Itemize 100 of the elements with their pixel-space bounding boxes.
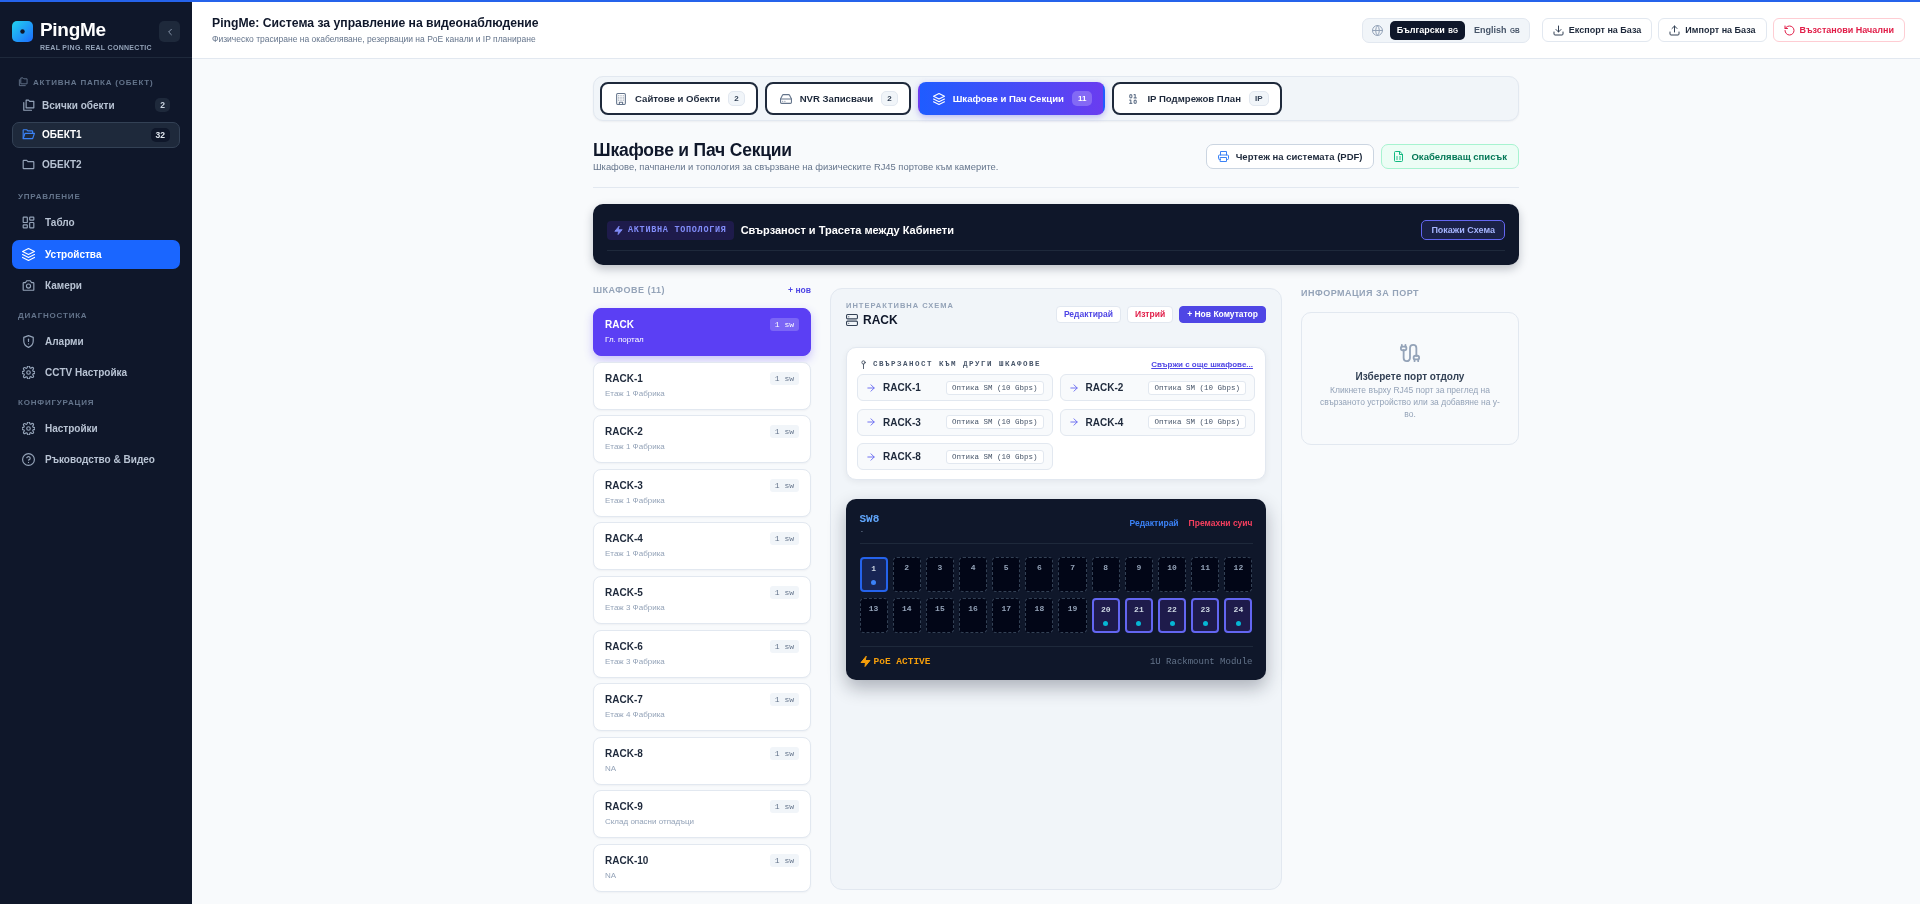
layers-icon [932,92,945,105]
rack-name: RACK-5 [605,585,644,599]
cable-icon [1400,343,1420,363]
rj45-port[interactable]: 16 [959,597,988,633]
rack-card[interactable]: RACK-5 Етаж 3 Фабрика 1 sw [593,575,811,624]
shield-alert-icon [22,334,35,348]
server-icon [846,314,858,326]
tab[interactable]: Сайтове и Обекти 2 [600,82,758,115]
add-rack-link[interactable]: + нов [788,285,811,295]
pin-icon [859,359,868,369]
module-type: 1U Rackmount Module [1149,656,1253,667]
rack-card[interactable]: RACK-4 Етаж 1 Фабрика 1 sw [593,522,811,571]
rj45-port[interactable]: 9 [1124,557,1153,592]
nav-item[interactable]: Табло [12,208,180,237]
rack-card[interactable]: RACK-9 Склад опасни отпадъци 1 sw [593,790,811,839]
add-switch-button[interactable]: + Нов Комутатор [1179,305,1266,323]
bolt-icon [859,656,871,667]
rj45-port[interactable]: 15 [925,597,954,633]
nav-item[interactable]: Аларми [12,326,180,356]
count-badge: 32 [150,127,170,142]
export-button[interactable]: Експорт на База [1541,18,1653,42]
rj45-port[interactable]: 14 [892,597,921,633]
rack-name: RACK-4 [1085,416,1124,428]
arrow-right-icon [866,417,876,427]
rj45-port[interactable]: 2 [892,557,921,592]
nav-item[interactable]: Устройства [12,239,180,269]
rj45-port[interactable]: 6 [1025,557,1054,592]
edit-link[interactable]: Редактирай [1129,518,1179,528]
tab[interactable]: Шкафове и Пач Секции 11 [917,82,1106,115]
rj45-port[interactable]: 4 [959,557,988,592]
count-badge: 2 [728,91,745,106]
folder-item[interactable]: ОБЕКТ2 [12,151,180,177]
rj45-port[interactable]: 5 [992,557,1021,592]
rj45-port[interactable]: 24 [1224,597,1253,633]
switch-count-badge: 1 sw [769,853,799,867]
globe-icon [1371,24,1383,36]
rj45-port[interactable]: 1 [859,557,888,592]
rj45-port[interactable]: 12 [1224,557,1253,592]
rack-card[interactable]: RACK-6 Етаж 3 Фабрика 1 sw [593,629,811,678]
rack-name: RACK-8 [883,451,921,462]
show-diagram-button[interactable]: Покажи Схема [1421,220,1505,240]
rj45-port[interactable]: 10 [1158,557,1187,592]
folders-icon [18,77,28,87]
nav-item[interactable]: Камери [12,271,180,300]
reset-icon [1783,24,1795,36]
rj45-port[interactable]: 11 [1191,557,1220,592]
rj45-port[interactable]: 21 [1124,597,1153,633]
rack-card[interactable]: RACK-10 NA 1 sw [593,843,811,892]
folder-item[interactable]: ОБЕКТ1 32 [12,121,180,148]
rack-card[interactable]: RACK-8 NA 1 sw [593,736,811,785]
nav-item[interactable]: Настройки [12,413,180,443]
switch-count-badge: 1 sw [769,371,799,385]
count-badge: 2 [155,98,170,112]
link-dot-icon [871,580,877,585]
rack-card[interactable]: RACK-2 Етаж 1 Фабрика 1 sw [593,415,811,464]
rj45-port[interactable]: 18 [1025,597,1054,633]
switch-count-badge: 1 sw [769,746,799,760]
delete-button[interactable]: Изтрий [1127,305,1174,323]
section-title: УПРАВЛЕНИЕ [18,192,81,201]
app-title: PingMe: Система за управление на видеонаблюдение [212,16,539,31]
nav-item[interactable]: CCTV Настройка [12,358,180,387]
collapse-button[interactable] [159,21,180,42]
poe-status: PoE ACTIVE [873,656,931,667]
remove-switch-link[interactable]: Премахни суич [1188,518,1253,528]
port-info-text: Кликнете върху RJ45 порт за преглед на свързаното устройство или за добавяне на у-во. [1319,384,1501,420]
reset-button[interactable]: Възстанови Начални [1772,18,1905,42]
rj45-port[interactable]: 23 [1191,597,1220,633]
rack-card[interactable]: RACK-3 Етаж 1 Фабрика 1 sw [593,468,811,517]
rack-location: NA [605,870,618,880]
rack-card[interactable]: RACK Гл. портал 1 sw [593,308,811,356]
pdf-button[interactable]: Чертеж на системата (PDF) [1205,144,1375,169]
section-title: ДИАГНОСТИКА [18,310,88,320]
rj45-port[interactable]: 17 [992,597,1021,633]
nav-item[interactable]: Ръководство & Видео [12,445,180,474]
rj45-port[interactable]: 7 [1058,557,1087,592]
section-title: КОНФИГУРАЦИЯ [18,397,95,407]
tab[interactable]: IP Подмрежов План IP [1112,82,1282,115]
folder-item[interactable]: Всички обекти 2 [12,92,180,118]
rj45-port[interactable]: 19 [1058,597,1087,633]
rack-card[interactable]: RACK-7 Етаж 4 Фабрика 1 sw [593,683,811,732]
switch-name: SW8 [859,512,880,526]
rack-location: Етаж 1 Фабрика [605,495,665,505]
rj45-port[interactable]: 22 [1158,597,1187,633]
topology-label: АКТИВНА ТОПОЛОГИЯ [628,225,727,235]
rj45-port[interactable]: 3 [925,557,954,592]
rack-name: RACK-1 [605,371,644,385]
rj45-port[interactable]: 13 [859,597,888,633]
link-dot-icon [1235,620,1241,626]
import-button[interactable]: Импорт на База [1658,18,1767,42]
rj45-port[interactable]: 20 [1091,597,1120,633]
rack-name: RACK-2 [1085,382,1124,393]
rack-card[interactable]: RACK-1 Етаж 1 Фабрика 1 sw [593,361,811,410]
upload-icon [1669,24,1681,36]
connect-more-link[interactable]: Свържи с още шкафове... [1151,359,1253,369]
rj45-port[interactable]: 8 [1091,557,1120,592]
tab[interactable]: NVR Записвачи 2 [764,82,911,115]
edit-button[interactable]: Редактирай [1055,305,1121,323]
link-dot-icon [1169,620,1175,626]
cabling-list-button[interactable]: Окабеляващ списък [1381,144,1519,169]
rack-location: Етаж 1 Фабрика [605,388,665,398]
